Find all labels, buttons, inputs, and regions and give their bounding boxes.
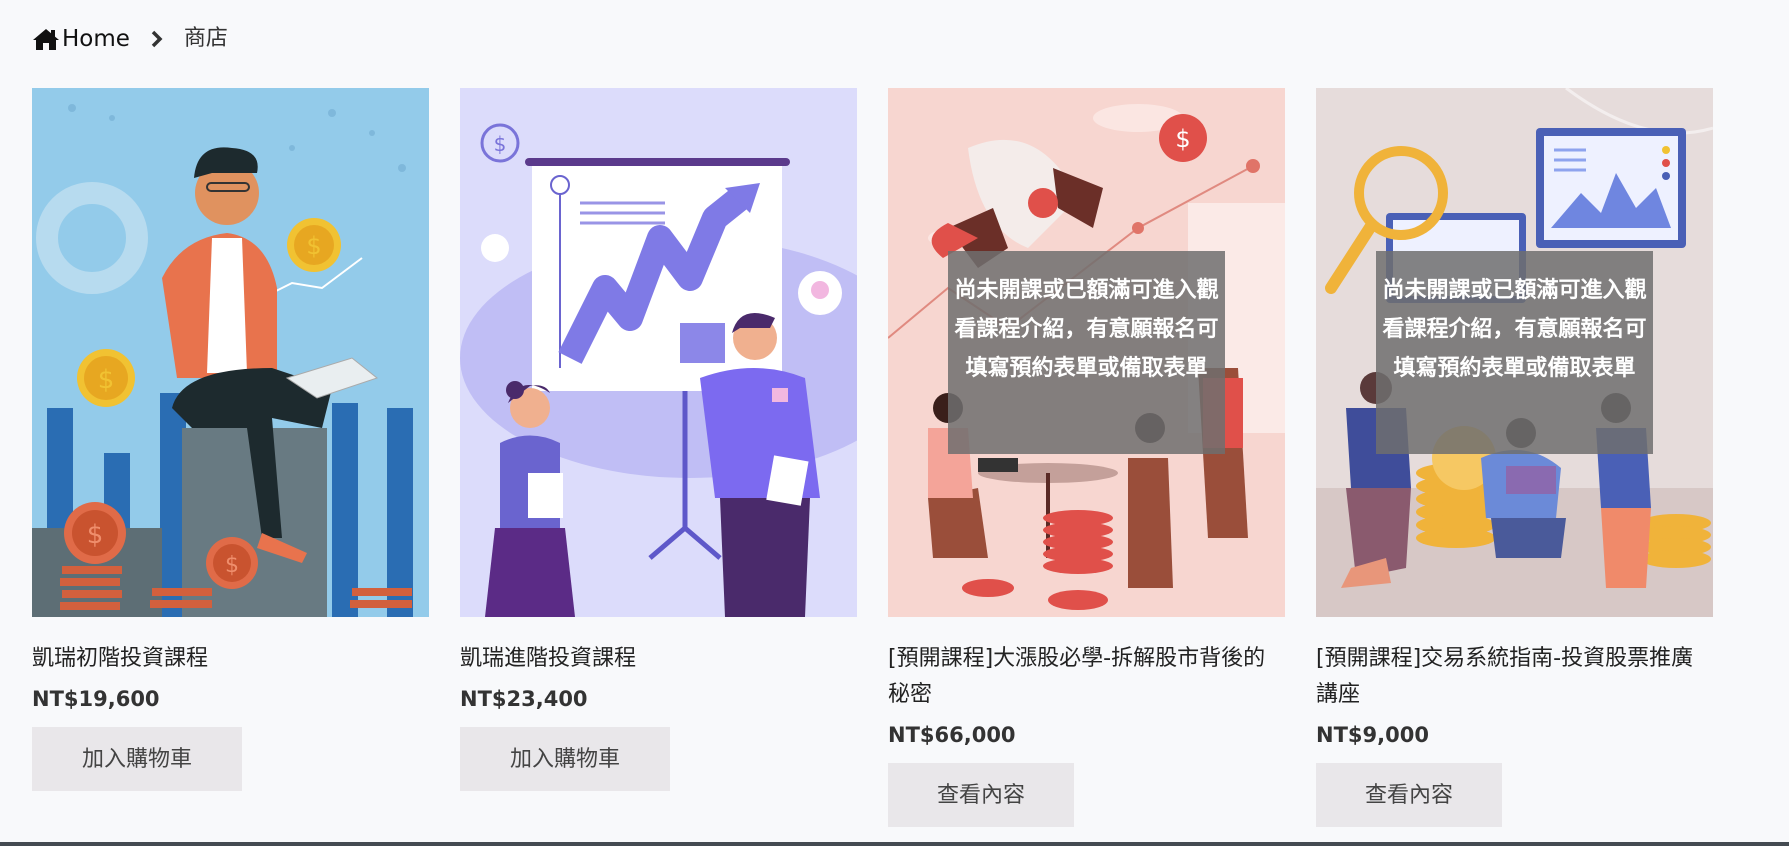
svg-text:$: $ bbox=[1175, 125, 1190, 153]
product-card: 尚未開課或已額滿可進入觀看課程介紹，有意願報名可填寫預約表單或備取表單 [預開課… bbox=[1316, 88, 1713, 827]
product-title[interactable]: [預開課程]大漲股必學-拆解股市背後的秘密 bbox=[888, 641, 1285, 713]
product-title[interactable]: 凱瑞初階投資課程 bbox=[32, 641, 429, 677]
breadcrumb-current: 商店 bbox=[183, 26, 228, 51]
dollar-coin-icon: $ bbox=[206, 537, 258, 589]
product-price: NT$23,400 bbox=[460, 687, 588, 711]
breadcrumb-home-label: Home bbox=[62, 26, 130, 52]
product-image[interactable]: $ bbox=[460, 88, 857, 617]
add-to-cart-button[interactable]: 加入購物車 bbox=[32, 727, 242, 791]
dollar-coin-icon: $ bbox=[1159, 114, 1207, 162]
product-grid: $ $ $ $ 凱瑞初階投資課程 NT$19,600 加入購物車 $ 凱瑞進階投… bbox=[32, 88, 1713, 827]
product-price: NT$9,000 bbox=[1316, 723, 1429, 747]
view-details-button[interactable]: 查看內容 bbox=[888, 763, 1074, 827]
product-image[interactable]: $ $ $ $ bbox=[32, 88, 429, 617]
course-status-overlay: 尚未開課或已額滿可進入觀看課程介紹，有意願報名可填寫預約表單或備取表單 bbox=[948, 251, 1225, 454]
breadcrumb: Home 商店 bbox=[32, 22, 228, 56]
svg-text:$: $ bbox=[306, 232, 321, 260]
course-status-overlay: 尚未開課或已額滿可進入觀看課程介紹，有意願報名可填寫預約表單或備取表單 bbox=[1376, 251, 1653, 454]
dollar-coin-icon: $ bbox=[77, 349, 135, 407]
svg-text:$: $ bbox=[494, 132, 507, 156]
breadcrumb-home-link[interactable]: Home bbox=[32, 26, 130, 52]
investor-illustration: $ $ $ $ bbox=[32, 88, 429, 617]
product-image[interactable]: $ $ bbox=[888, 88, 1285, 617]
presentation-illustration: $ bbox=[460, 88, 857, 617]
chevron-right-icon bbox=[151, 30, 163, 48]
product-card: $ $ bbox=[888, 88, 1285, 827]
product-title[interactable]: 凱瑞進階投資課程 bbox=[460, 641, 857, 677]
svg-text:$: $ bbox=[225, 553, 239, 578]
dollar-coin-icon: $ bbox=[64, 502, 126, 564]
product-price: NT$19,600 bbox=[32, 687, 160, 711]
product-card: $ $ $ $ 凱瑞初階投資課程 NT$19,600 加入購物車 bbox=[32, 88, 429, 827]
product-card: $ 凱瑞進階投資課程 NT$23,400 加入購物車 bbox=[460, 88, 857, 827]
dollar-coin-icon: $ bbox=[287, 218, 341, 272]
product-image[interactable]: 尚未開課或已額滿可進入觀看課程介紹，有意願報名可填寫預約表單或備取表單 bbox=[1316, 88, 1713, 617]
product-title[interactable]: [預開課程]交易系統指南-投資股票推廣講座 bbox=[1316, 641, 1713, 713]
svg-text:$: $ bbox=[87, 520, 104, 550]
product-price: NT$66,000 bbox=[888, 723, 1016, 747]
footer-divider bbox=[0, 842, 1789, 846]
add-to-cart-button[interactable]: 加入購物車 bbox=[460, 727, 670, 791]
home-icon bbox=[33, 29, 59, 50]
view-details-button[interactable]: 查看內容 bbox=[1316, 763, 1502, 827]
svg-text:$: $ bbox=[98, 365, 115, 395]
